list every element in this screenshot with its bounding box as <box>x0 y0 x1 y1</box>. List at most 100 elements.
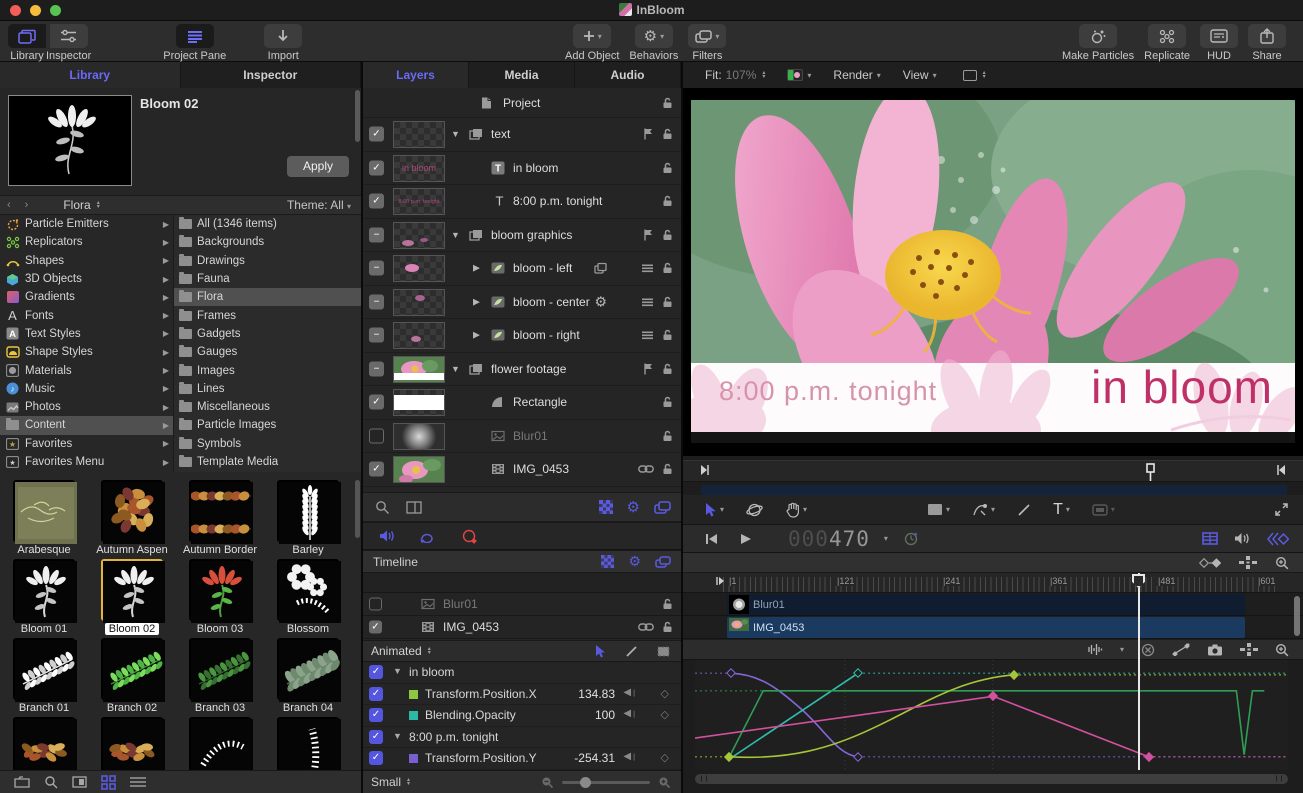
layer-name[interactable]: IMG_0453 <box>513 462 569 476</box>
disclosure-triangle[interactable]: ▼ <box>451 129 460 139</box>
category-gradients[interactable]: Gradients▶ <box>0 288 173 306</box>
thumbnail-scrollbar[interactable] <box>355 480 360 538</box>
snapshot-icon[interactable] <box>1207 644 1223 656</box>
previous-keyframe-icon[interactable]: ◀❘ <box>623 708 637 719</box>
loop-playback-icon[interactable] <box>419 530 437 543</box>
layer-name[interactable]: 8:00 p.m. tonight <box>513 194 602 208</box>
item-thumbnail[interactable] <box>13 638 75 700</box>
layer-activation-checkbox[interactable]: ✓ <box>369 127 384 142</box>
curve-visibility-checkbox[interactable]: ✓ <box>369 665 383 679</box>
item-thumbnail[interactable] <box>101 638 163 700</box>
layer-row-bloom-center[interactable]: −▶bloom - center⚙ <box>363 286 681 320</box>
library-item-blossom[interactable]: Blossom <box>264 559 352 635</box>
library-item-bloom-02[interactable]: Bloom 02 <box>88 559 176 635</box>
folder-lines[interactable]: Lines <box>174 380 361 398</box>
disclosure-arrow-icon[interactable]: ▶ <box>163 275 169 284</box>
lock-icon[interactable] <box>662 463 673 476</box>
lock-icon[interactable] <box>662 429 673 442</box>
render-menu[interactable]: Render▾ <box>833 68 880 82</box>
layer-row-8-00-p-m-tonight[interactable]: ✓8:00 p.m. tonightT8:00 p.m. tonight <box>363 185 681 219</box>
window-arrangement-control[interactable]: ▴▾ <box>963 70 986 81</box>
layer-row-img-0453[interactable]: ✓IMG_0453 <box>363 453 681 487</box>
stack-icon[interactable] <box>641 330 654 341</box>
breadcrumb-location[interactable]: Flora <box>63 198 90 212</box>
library-item-branch-02[interactable]: Branch 02 <box>88 638 176 714</box>
pan-tool[interactable]: ▾ <box>785 502 807 518</box>
show-timeline-icon[interactable] <box>1202 532 1218 545</box>
folder-miscellaneous[interactable]: Miscellaneous <box>174 398 361 416</box>
theme-filter[interactable]: Theme: All ▾ <box>287 198 351 212</box>
add-keyframe-icon[interactable]: ◇ <box>661 687 669 700</box>
category-music[interactable]: ♪Music▶ <box>0 380 173 398</box>
folder-backgrounds[interactable]: Backgrounds <box>174 233 361 251</box>
search-icon[interactable] <box>44 775 58 789</box>
kf-param-transform-position-y[interactable]: ✓Transform.Position.Y-254.31◀❘◇ <box>363 748 681 770</box>
layer-activation-checkbox[interactable]: − <box>369 294 384 309</box>
layer-name[interactable]: bloom - center <box>513 295 590 309</box>
disclosure-triangle[interactable]: ▼ <box>393 731 402 741</box>
lock-icon[interactable] <box>662 396 673 409</box>
folder-gauges[interactable]: Gauges <box>174 343 361 361</box>
kf-param-blending-opacity[interactable]: ✓Blending.Opacity100◀❘◇ <box>363 705 681 727</box>
timecode-display[interactable]: 000470 <box>788 527 870 551</box>
zoom-out-icon[interactable] <box>541 776 554 789</box>
item-thumbnail[interactable] <box>189 559 251 621</box>
layer-name[interactable]: Rectangle <box>513 395 567 409</box>
curve-set-stepper[interactable]: ▴▾ <box>428 647 431 655</box>
library-item-bloom-01[interactable]: Bloom 01 <box>0 559 88 635</box>
item-thumbnail[interactable] <box>101 559 163 621</box>
lock-icon[interactable] <box>662 362 673 375</box>
tab-library[interactable]: Library <box>0 62 180 88</box>
show-masks-icon[interactable] <box>601 555 614 568</box>
disclosure-arrow-icon[interactable]: ▶ <box>163 421 169 430</box>
line-tool[interactable] <box>1017 503 1031 517</box>
show-filters-icon[interactable] <box>655 556 671 568</box>
inspector-button[interactable]: Inspector <box>46 24 91 62</box>
select-tool[interactable]: ▾ <box>705 502 724 517</box>
location-stepper[interactable]: ▴▾ <box>97 201 100 209</box>
curve-set-select[interactable]: Animated <box>371 644 422 658</box>
tab-audio[interactable]: Audio <box>575 62 680 88</box>
layer-name[interactable]: Blur01 <box>513 429 548 443</box>
record-keyframes-icon[interactable] <box>461 529 478 544</box>
row-size-select[interactable]: Small <box>371 775 401 789</box>
disclosure-arrow-icon[interactable]: ▶ <box>163 384 169 393</box>
kf-param-8-00-p-m-tonight[interactable]: ✓▼8:00 p.m. tonight <box>363 727 681 749</box>
apply-button[interactable]: Apply <box>287 156 349 177</box>
folder-images[interactable]: Images <box>174 361 361 379</box>
item-thumbnail[interactable] <box>189 638 251 700</box>
layer-row-bloom-graphics[interactable]: −▼bloom graphics <box>363 219 681 253</box>
category-photos[interactable]: Photos▶ <box>0 398 173 416</box>
folder-frames[interactable]: Frames <box>174 306 361 324</box>
disclosure-triangle[interactable]: ▼ <box>451 364 460 374</box>
layer-activation-checkbox[interactable]: − <box>369 227 384 242</box>
bezier-tool[interactable]: ▾ <box>972 502 995 517</box>
zoom-timeline-icon[interactable] <box>1275 556 1289 570</box>
tab-layers[interactable]: Layers <box>363 62 468 88</box>
category-3d-objects[interactable]: 3D Objects▶ <box>0 270 173 288</box>
layer-activation-checkbox[interactable] <box>369 428 384 443</box>
disclosure-arrow-icon[interactable]: ▶ <box>163 458 169 467</box>
clear-curve-icon[interactable] <box>1141 643 1155 657</box>
category-particle-emitters[interactable]: Particle Emitters▶ <box>0 215 173 233</box>
disclosure-arrow-icon[interactable]: ▶ <box>163 311 169 320</box>
lock-icon[interactable] <box>662 128 673 141</box>
category-favorites[interactable]: ★Favorites▶ <box>0 435 173 453</box>
layer-row-flower-footage[interactable]: −▼flower footage <box>363 353 681 387</box>
folder-symbols[interactable]: Symbols <box>174 435 361 453</box>
item-thumbnail[interactable] <box>13 559 75 621</box>
zoom-in-icon[interactable] <box>658 776 671 789</box>
text-tool[interactable]: T▾ <box>1053 501 1070 519</box>
lock-icon[interactable] <box>662 329 673 342</box>
show-audio-icon[interactable] <box>1234 532 1251 545</box>
layer-row-project[interactable]: Project <box>363 88 681 118</box>
folder-template-media[interactable]: Template Media <box>174 453 361 471</box>
layer-row-blur01[interactable]: Blur01 <box>363 420 681 454</box>
item-thumbnail[interactable] <box>101 717 163 770</box>
folder-fauna[interactable]: Fauna <box>174 270 361 288</box>
link-icon[interactable] <box>638 623 654 632</box>
category-shape-styles[interactable]: Shape Styles▶ <box>0 343 173 361</box>
zoom-stepper[interactable]: ▴▾ <box>762 71 765 79</box>
library-item-branch-01[interactable]: Branch 01 <box>0 638 88 714</box>
previous-keyframe-icon[interactable]: ◀❘ <box>623 687 637 698</box>
